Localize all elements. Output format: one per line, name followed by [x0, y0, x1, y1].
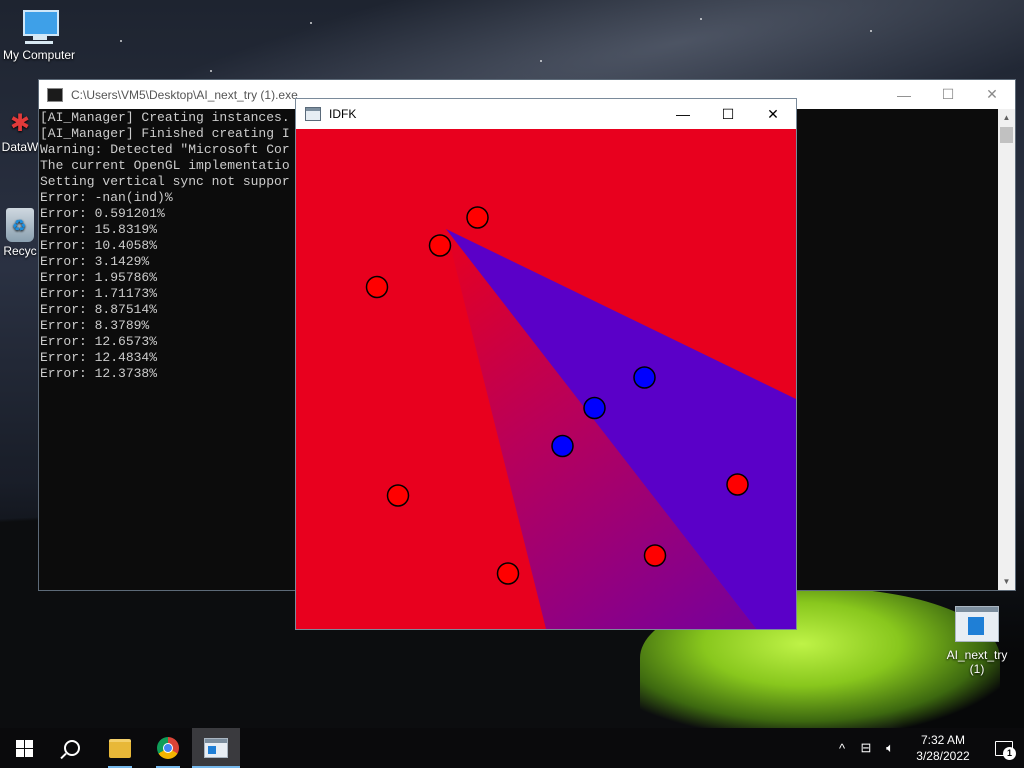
red-data-point: [428, 234, 452, 257]
console-close-button[interactable]: ✕: [969, 80, 1015, 109]
console-line: Error: 12.3738%: [40, 366, 158, 381]
console-line: Error: 15.8319%: [40, 222, 158, 237]
notification-badge: 1: [1003, 747, 1016, 760]
start-button[interactable]: [0, 728, 48, 768]
console-line: Error: 0.591201%: [40, 206, 165, 221]
folder-icon: [109, 738, 131, 758]
network-icon[interactable]: ⊟: [854, 740, 878, 756]
clock-date: 3/28/2022: [916, 749, 970, 763]
console-line: [AI_Manager] Creating instances.: [40, 110, 290, 125]
desktop-icon-recycle-bin[interactable]: Recyc: [0, 208, 40, 258]
blue-data-point: [633, 366, 656, 389]
chevron-up-icon[interactable]: ^: [830, 741, 854, 756]
console-line: Error: 8.87514%: [40, 302, 158, 317]
red-data-point: [643, 544, 667, 567]
console-line: [AI_Manager] Finished creating I: [40, 126, 290, 141]
search-button[interactable]: [48, 728, 96, 768]
idfk-app-icon: [305, 107, 321, 121]
console-line: Error: 3.1429%: [40, 254, 150, 269]
desktop-icon-label: Recyc: [3, 244, 37, 258]
classification-plot: [296, 129, 796, 629]
idfk-window[interactable]: IDFK — ☐ ✕: [295, 98, 797, 630]
console-app-icon: [47, 87, 63, 102]
desktop-icon-ai-next-try[interactable]: AI_next_try (1): [938, 606, 1016, 676]
idfk-maximize-button[interactable]: ☐: [705, 99, 751, 129]
console-line: Error: 10.4058%: [40, 238, 158, 253]
blue-data-point: [551, 434, 574, 458]
console-line: Error: 8.3789%: [40, 318, 150, 333]
idfk-title: IDFK: [329, 107, 357, 121]
scroll-up-arrow-icon[interactable]: ▲: [998, 109, 1015, 126]
chrome-button[interactable]: [144, 728, 192, 768]
scroll-thumb[interactable]: [1000, 127, 1013, 143]
console-line: Error: 1.95786%: [40, 270, 158, 285]
volume-icon[interactable]: 🔈︎: [878, 740, 902, 756]
computer-icon: [19, 10, 59, 44]
desktop-icon-label: AI_next_try (1): [946, 648, 1008, 676]
red-data-point: [466, 206, 489, 229]
clock[interactable]: 7:32 AM 3/28/2022: [908, 732, 978, 764]
idfk-close-button[interactable]: ✕: [750, 99, 796, 129]
scroll-down-arrow-icon[interactable]: ▼: [998, 573, 1015, 590]
console-output: [AI_Manager] Creating instances. [AI_Mana…: [39, 110, 290, 382]
red-data-point: [386, 484, 410, 507]
console-title: C:\Users\VM5\Desktop\AI_next_try (1).exe: [71, 87, 298, 102]
system-tray: ^ ⊟ 🔈︎ 7:32 AM 3/28/2022 1: [830, 728, 1024, 768]
datawave-icon: ✱: [9, 110, 31, 137]
console-line: Error: 12.4834%: [40, 350, 158, 365]
console-line: Setting vertical sync not suppor: [40, 174, 290, 189]
console-line: The current OpenGL implementatio: [40, 158, 290, 173]
file-explorer-button[interactable]: [96, 728, 144, 768]
console-minimize-button[interactable]: —: [881, 80, 927, 109]
windows-logo-icon: [15, 739, 33, 757]
idfk-titlebar[interactable]: IDFK — ☐ ✕: [296, 99, 796, 129]
console-line: Error: 1.71173%: [40, 286, 158, 301]
console-scrollbar[interactable]: ▲ ▼: [998, 109, 1015, 590]
decision-boundary-canvas[interactable]: [296, 129, 796, 629]
executable-icon: [955, 606, 999, 642]
console-line: Error: 12.6573%: [40, 334, 158, 349]
console-maximize-button[interactable]: ☐: [925, 80, 971, 109]
red-data-point: [365, 275, 389, 299]
blue-data-point: [583, 396, 606, 420]
desktop-icon-dataw[interactable]: ✱ DataW: [0, 110, 40, 154]
recycle-bin-icon: [6, 208, 34, 242]
notification-center-button[interactable]: 1: [984, 728, 1024, 768]
app-window-icon: [204, 738, 228, 758]
chrome-icon: [157, 737, 179, 759]
red-data-point: [496, 562, 520, 585]
red-data-point: [726, 473, 749, 496]
idfk-minimize-button[interactable]: —: [660, 99, 706, 129]
desktop-icon-label: My Computer: [2, 48, 76, 62]
taskbar: ^ ⊟ 🔈︎ 7:32 AM 3/28/2022 1: [0, 728, 1024, 768]
desktop-icon-label: DataW: [1, 140, 39, 154]
desktop-icon-my-computer[interactable]: My Computer: [0, 10, 78, 62]
clock-time: 7:32 AM: [920, 733, 966, 747]
search-icon: [64, 740, 80, 756]
ai-next-try-taskbar-button[interactable]: [192, 728, 240, 768]
console-line: Warning: Detected "Microsoft Cor: [40, 142, 290, 157]
console-line: Error: -nan(ind)%: [40, 190, 173, 205]
